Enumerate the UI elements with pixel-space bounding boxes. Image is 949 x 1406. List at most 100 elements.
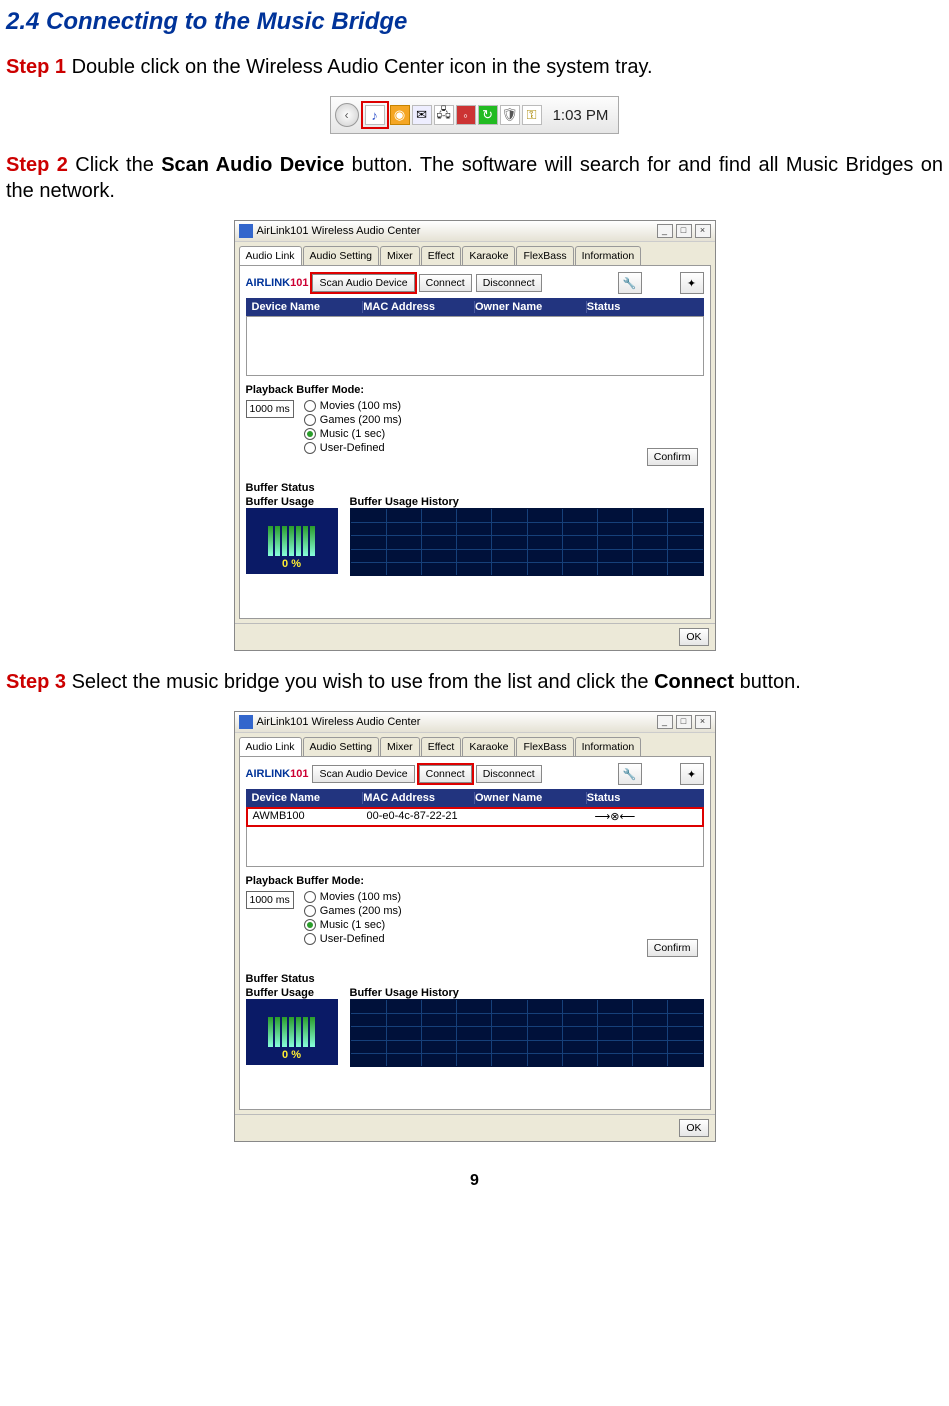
- window-close-button[interactable]: ×: [695, 224, 711, 238]
- audio-center-tray-icon[interactable]: ♪: [365, 105, 385, 125]
- app-logo-icon: [239, 715, 253, 729]
- tab-flexbass[interactable]: FlexBass: [516, 737, 573, 756]
- tab-audio-setting[interactable]: Audio Setting: [303, 737, 379, 756]
- window-minimize-button[interactable]: _: [657, 715, 673, 729]
- tab-effect[interactable]: Effect: [421, 737, 462, 756]
- star-icon-button[interactable]: ✦: [680, 272, 704, 294]
- step3-pre: Select the music bridge you wish to use …: [66, 671, 654, 693]
- tab-flexbass[interactable]: FlexBass: [516, 246, 573, 265]
- ok-button[interactable]: OK: [679, 1119, 708, 1137]
- tray-chevron-icon[interactable]: ‹: [335, 103, 359, 127]
- col-mac: MAC Address: [363, 301, 475, 313]
- step2-label: Step 2: [6, 154, 68, 176]
- tray-icon-red[interactable]: ◦: [456, 105, 476, 125]
- step1-paragraph: Step 1 Double click on the Wireless Audi…: [6, 54, 943, 80]
- step2-bold: Scan Audio Device: [161, 154, 344, 176]
- buffer-usage-label: Buffer Usage: [246, 496, 338, 508]
- systray-figure: ‹ ♪ ◉ ✉ 🖧 ◦ ↻ 🛡 ⚿ 1:03 PM: [6, 96, 943, 134]
- panel-audio-link: AIRLINK101 Scan Audio Device Connect Dis…: [239, 756, 711, 1110]
- tab-karaoke[interactable]: Karaoke: [462, 246, 515, 265]
- tab-mixer[interactable]: Mixer: [380, 737, 420, 756]
- window-title: AirLink101 Wireless Audio Center: [257, 716, 421, 728]
- radio-user-label: User-Defined: [320, 442, 385, 454]
- app-window-connect: AirLink101 Wireless Audio Center _ □ × A…: [234, 711, 716, 1142]
- window-maximize-button[interactable]: □: [676, 224, 692, 238]
- buffer-history-chart: [350, 508, 704, 576]
- radio-movies-label: Movies (100 ms): [320, 400, 401, 412]
- buffer-usage-gauge: 0 %: [246, 508, 338, 574]
- app-logo-icon: [239, 224, 253, 238]
- device-mac-cell: 00-e0-4c-87-22-21: [361, 808, 475, 825]
- buffer-status-label: Buffer Status: [246, 973, 704, 985]
- buffer-pct: 0 %: [282, 558, 301, 570]
- disconnect-button[interactable]: Disconnect: [476, 765, 542, 783]
- device-list[interactable]: [246, 316, 704, 376]
- section-heading: 2.4 Connecting to the Music Bridge: [6, 8, 943, 36]
- disconnect-button[interactable]: Disconnect: [476, 274, 542, 292]
- buffer-ms-value: 1000 ms: [246, 891, 294, 909]
- tab-audio-setting[interactable]: Audio Setting: [303, 246, 379, 265]
- status-disconnected-icon: ⟶⊗⟵: [595, 810, 636, 823]
- buffer-pct: 0 %: [282, 1049, 301, 1061]
- tab-information[interactable]: Information: [575, 246, 642, 265]
- device-row[interactable]: AWMB100 00-e0-4c-87-22-21 ⟶⊗⟵: [247, 808, 703, 826]
- col-device-name: Device Name: [252, 301, 364, 313]
- window-maximize-button[interactable]: □: [676, 715, 692, 729]
- buffer-history-chart: [350, 999, 704, 1067]
- panel-audio-link: AIRLINK101 Scan Audio Device Connect Dis…: [239, 265, 711, 619]
- col-device-name: Device Name: [252, 792, 364, 804]
- star-icon-button[interactable]: ✦: [680, 763, 704, 785]
- connect-button[interactable]: Connect: [419, 274, 472, 292]
- tray-icon-mail[interactable]: ✉: [412, 105, 432, 125]
- step2-paragraph: Step 2 Click the Scan Audio Device butto…: [6, 152, 943, 204]
- step3-bold: Connect: [654, 671, 734, 693]
- col-status: Status: [587, 301, 698, 313]
- device-list-header: Device Name MAC Address Owner Name Statu…: [246, 789, 704, 807]
- device-owner-cell: [475, 808, 589, 825]
- playback-buffer-label: Playback Buffer Mode:: [246, 384, 704, 396]
- window-close-button[interactable]: ×: [695, 715, 711, 729]
- tab-information[interactable]: Information: [575, 737, 642, 756]
- confirm-button[interactable]: Confirm: [647, 448, 698, 466]
- tray-icon-key[interactable]: ⚿: [522, 105, 542, 125]
- step1-text: Double click on the Wireless Audio Cente…: [66, 56, 653, 78]
- radio-movies[interactable]: Movies (100 ms): [304, 891, 402, 903]
- step3-label: Step 3: [6, 671, 66, 693]
- tab-audio-link[interactable]: Audio Link: [239, 737, 302, 756]
- tab-mixer[interactable]: Mixer: [380, 246, 420, 265]
- device-list-header: Device Name MAC Address Owner Name Statu…: [246, 298, 704, 316]
- app-window-scan: AirLink101 Wireless Audio Center _ □ × A…: [234, 220, 716, 651]
- tab-effect[interactable]: Effect: [421, 246, 462, 265]
- radio-games[interactable]: Games (200 ms): [304, 905, 402, 917]
- step3-paragraph: Step 3 Select the music bridge you wish …: [6, 669, 943, 695]
- radio-music[interactable]: Music (1 sec): [304, 919, 402, 931]
- page-number: 9: [6, 1172, 943, 1190]
- tab-karaoke[interactable]: Karaoke: [462, 737, 515, 756]
- window-minimize-button[interactable]: _: [657, 224, 673, 238]
- radio-music-label: Music (1 sec): [320, 919, 385, 931]
- radio-user-defined[interactable]: User-Defined: [304, 442, 402, 454]
- wrench-icon-button[interactable]: 🔧: [618, 272, 642, 294]
- device-list[interactable]: AWMB100 00-e0-4c-87-22-21 ⟶⊗⟵: [246, 807, 704, 867]
- window-title: AirLink101 Wireless Audio Center: [257, 225, 421, 237]
- tray-icon-shield[interactable]: 🛡: [500, 105, 520, 125]
- scan-audio-device-button[interactable]: Scan Audio Device: [312, 274, 414, 292]
- radio-user-defined[interactable]: User-Defined: [304, 933, 402, 945]
- tray-clock: 1:03 PM: [553, 107, 609, 124]
- tab-strip: Audio Link Audio Setting Mixer Effect Ka…: [235, 733, 715, 756]
- confirm-button[interactable]: Confirm: [647, 939, 698, 957]
- radio-movies[interactable]: Movies (100 ms): [304, 400, 402, 412]
- tray-icon-refresh[interactable]: ↻: [478, 105, 498, 125]
- step1-label: Step 1: [6, 56, 66, 78]
- radio-music[interactable]: Music (1 sec): [304, 428, 402, 440]
- connect-button[interactable]: Connect: [419, 765, 472, 783]
- scan-audio-device-button[interactable]: Scan Audio Device: [312, 765, 414, 783]
- titlebar: AirLink101 Wireless Audio Center _ □ ×: [235, 712, 715, 733]
- col-status: Status: [587, 792, 698, 804]
- radio-games[interactable]: Games (200 ms): [304, 414, 402, 426]
- tray-icon-network[interactable]: 🖧: [434, 105, 454, 125]
- wrench-icon-button[interactable]: 🔧: [618, 763, 642, 785]
- ok-button[interactable]: OK: [679, 628, 708, 646]
- tray-icon-orange[interactable]: ◉: [390, 105, 410, 125]
- tab-audio-link[interactable]: Audio Link: [239, 246, 302, 265]
